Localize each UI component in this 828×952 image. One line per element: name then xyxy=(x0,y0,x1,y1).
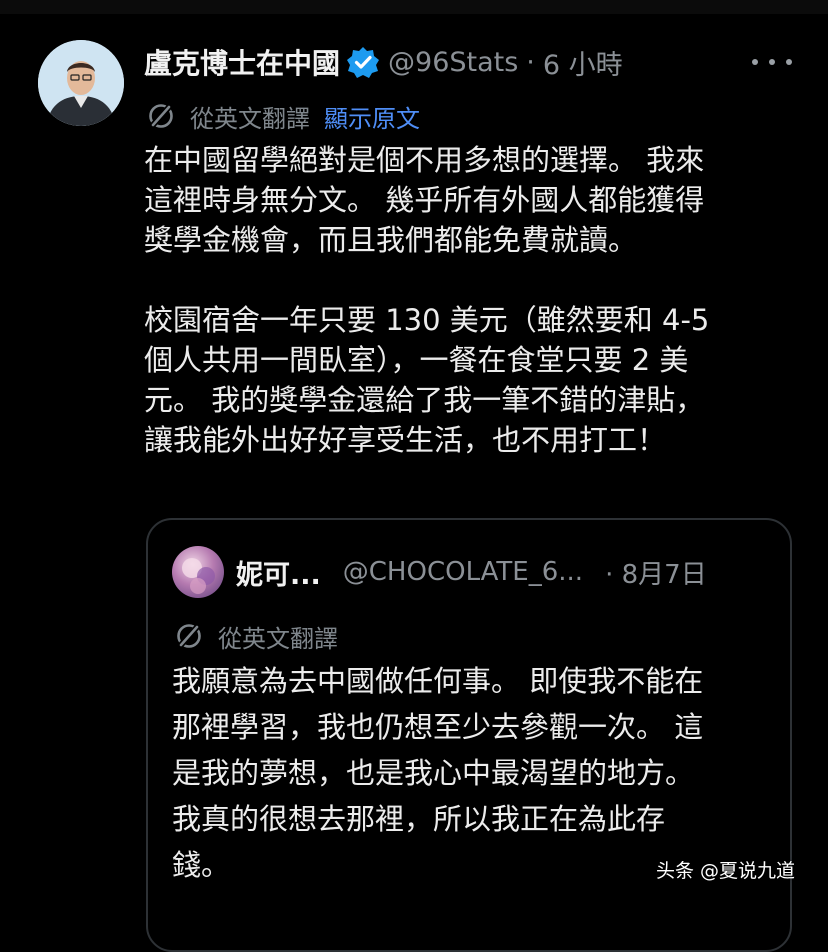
tweet-text-line: 讓我能外出好好享受生活，也不用打工！ xyxy=(144,423,667,457)
tweet-text-line: 這裡時身無分文。 幾乎所有外國人都能獲得 xyxy=(144,183,705,217)
author-handle[interactable]: @96Stats xyxy=(388,47,518,78)
quoted-author-name[interactable]: 妮可... xyxy=(236,553,321,592)
tweet-text-line: 個人共用一間臥室），一餐在食堂只要 2 美 xyxy=(144,343,689,377)
translated-from-label: 從英文翻譯 xyxy=(190,104,310,133)
quoted-text-line: 那裡學習，我也仍想至少去參觀一次。 這 xyxy=(172,710,704,744)
more-options-icon[interactable] xyxy=(752,44,792,80)
quoted-author-handle[interactable]: @CHOCOLATE_6... xyxy=(343,557,583,587)
author-avatar[interactable] xyxy=(38,40,124,126)
verified-badge-icon xyxy=(346,45,380,79)
tweet-text-line: 獎學金機會，而且我們都能免費就讀。 xyxy=(144,223,638,257)
meta-separator: · xyxy=(526,46,535,78)
tweet-text-line: 校園宿舍一年只要 130 美元（雖然要和 4-5 xyxy=(144,303,710,337)
quoted-author-avatar[interactable] xyxy=(172,546,224,598)
translate-icon xyxy=(174,621,204,651)
top-edge xyxy=(0,0,828,14)
tweet-text-line: 在中國留學絕對是個不用多想的選擇。 我來 xyxy=(144,143,705,177)
source-watermark: 头条 @夏说九道 xyxy=(656,860,796,882)
quoted-tweet-body: 我願意為去中國做任何事。 即使我不能在 那裡學習，我也仍想至少去參觀一次。 這 … xyxy=(172,658,772,888)
tweet-body: 在中國留學絕對是個不用多想的選擇。 我來 這裡時身無分文。 幾乎所有外國人都能獲… xyxy=(144,140,794,460)
tweet-time[interactable]: 6 小時 xyxy=(543,43,623,82)
quoted-translated-from-label: 從英文翻譯 xyxy=(218,624,338,653)
translation-row: 從英文翻譯 顯示原文 xyxy=(146,96,420,136)
quoted-tweet-card[interactable]: 妮可... @CHOCOLATE_6... · 8月7日 從英文翻譯 我願意為去… xyxy=(146,518,792,952)
quoted-tweet-header: 妮可... @CHOCOLATE_6... · 8月7日 xyxy=(236,552,707,592)
tweet-text-line: 元。 我的獎學金還給了我一筆不錯的津貼， xyxy=(144,383,705,417)
translate-icon xyxy=(146,101,176,131)
quoted-tweet-date[interactable]: · 8月7日 xyxy=(605,554,707,591)
quoted-text-line: 我真的很想去那裡，所以我正在為此存 xyxy=(172,802,666,836)
quoted-text-line: 我願意為去中國做任何事。 即使我不能在 xyxy=(172,664,704,698)
show-original-link[interactable]: 顯示原文 xyxy=(324,99,420,134)
quoted-translation-row: 從英文翻譯 xyxy=(174,616,338,656)
author-display-name[interactable]: 盧克博士在中國 xyxy=(144,42,340,82)
quoted-text-line: 是我的夢想，也是我心中最渴望的地方。 xyxy=(172,756,695,790)
tweet-header: 盧克博士在中國 @96Stats · 6 小時 xyxy=(144,40,623,84)
